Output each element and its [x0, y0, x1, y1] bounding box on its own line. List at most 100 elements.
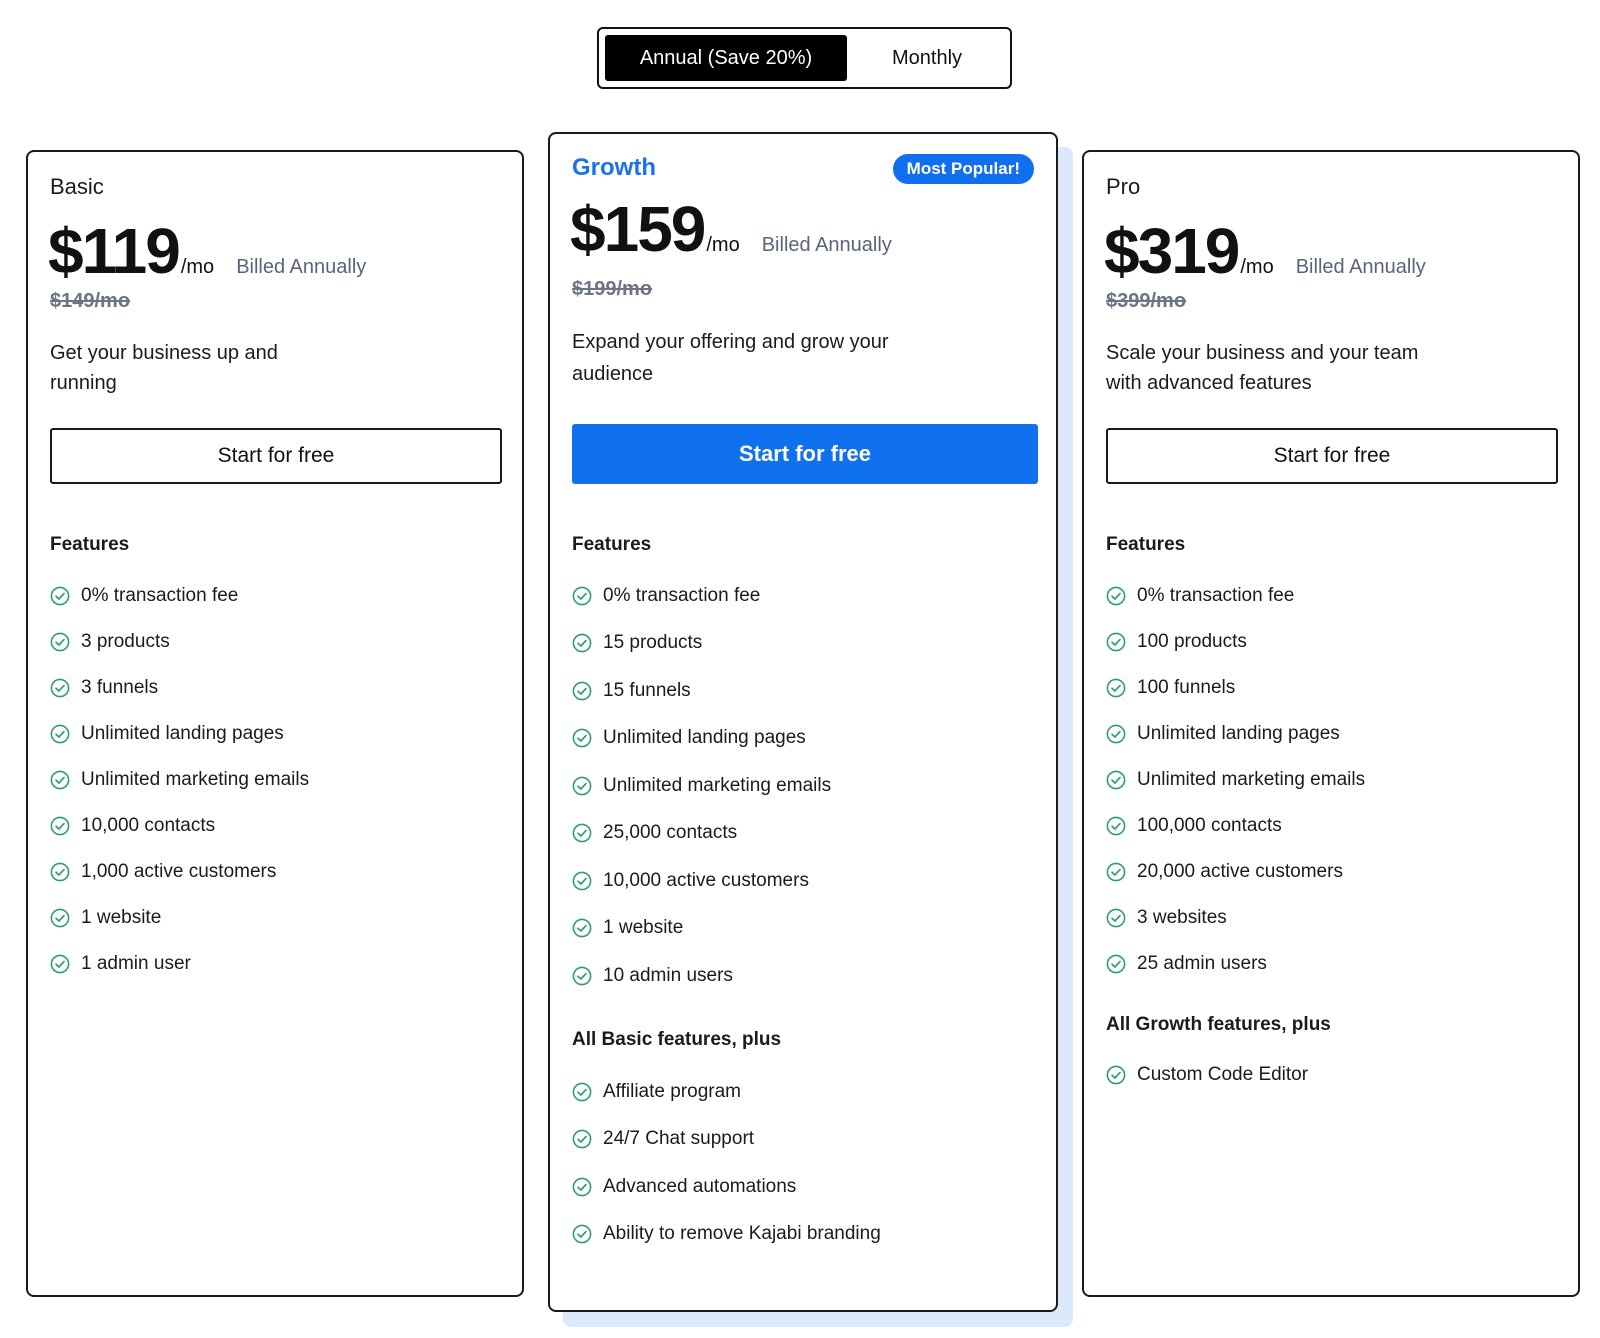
feature-label: 100 products — [1137, 631, 1247, 652]
check-circle-icon — [50, 724, 70, 744]
feature-item: 10,000 active customers — [572, 857, 831, 905]
feature-label: 24/7 Chat support — [603, 1128, 755, 1150]
price-period: /mo — [1240, 256, 1274, 278]
feature-label: Unlimited marketing emails — [1137, 769, 1366, 790]
feature-item: Advanced automations — [572, 1163, 881, 1211]
feature-item: 100 products — [1106, 619, 1365, 665]
feature-item: 3 funnels — [50, 665, 309, 711]
feature-item: 10,000 contacts — [50, 803, 309, 849]
original-price: $199/mo — [572, 278, 653, 300]
check-circle-icon — [1106, 678, 1126, 698]
price-row: $159 /mo Billed Annually — [570, 192, 892, 266]
check-circle-icon — [50, 954, 70, 974]
feature-item: Ability to remove Kajabi branding — [572, 1211, 881, 1259]
feature-item: 20,000 active customers — [1106, 849, 1365, 895]
plan-price: $119 — [48, 215, 181, 287]
feature-item: 25 admin users — [1106, 941, 1365, 987]
feature-item: Unlimited marketing emails — [1106, 757, 1365, 803]
annual-option[interactable]: Annual (Save 20%) — [605, 35, 847, 81]
check-circle-icon — [572, 823, 592, 843]
feature-label: Unlimited marketing emails — [603, 774, 832, 796]
feature-item: 1 admin user — [50, 941, 309, 987]
feature-label: 25 admin users — [1137, 953, 1267, 974]
price-period: /mo — [706, 234, 740, 256]
billing-toggle: Annual (Save 20%) Monthly — [597, 27, 1012, 89]
check-circle-icon — [572, 1224, 592, 1244]
check-circle-icon — [50, 816, 70, 836]
feature-label: 3 funnels — [81, 677, 159, 698]
check-circle-icon — [1106, 770, 1126, 790]
most-popular-badge: Most Popular! — [892, 154, 1034, 184]
check-circle-icon — [572, 1129, 592, 1149]
check-circle-icon — [572, 1082, 592, 1102]
features-title: Features — [50, 534, 130, 555]
feature-item: Unlimited landing pages — [572, 715, 831, 763]
check-circle-icon — [572, 966, 592, 986]
feature-item: 1,000 active customers — [50, 849, 309, 895]
check-circle-icon — [50, 770, 70, 790]
feature-item: Unlimited marketing emails — [50, 757, 309, 803]
billing-note: Billed Annually — [1295, 256, 1426, 278]
check-circle-icon — [50, 862, 70, 882]
start-for-free-button[interactable]: Start for free — [572, 424, 1038, 484]
check-circle-icon — [1106, 954, 1126, 974]
feature-label: Advanced automations — [603, 1175, 797, 1197]
check-circle-icon — [572, 728, 592, 748]
feature-item: 15 products — [572, 620, 831, 668]
feature-item: Unlimited landing pages — [1106, 711, 1365, 757]
feature-item: 0% transaction fee — [1106, 573, 1365, 619]
feature-item: Custom Code Editor — [1106, 1052, 1308, 1098]
feature-item: 15 funnels — [572, 667, 831, 715]
feature-item: Unlimited marketing emails — [572, 762, 831, 810]
feature-label: 15 products — [603, 632, 703, 654]
feature-label: 100 funnels — [1137, 677, 1236, 698]
monthly-option[interactable]: Monthly — [851, 35, 1003, 81]
extra-feature-list: Affiliate program 24/7 Chat support Advanc… — [572, 1068, 881, 1258]
plan-description: Scale your business and your team with a… — [1106, 342, 1419, 394]
extra-features-title: All Basic features, plus — [572, 1029, 782, 1050]
check-circle-icon — [1106, 632, 1126, 652]
feature-label: 1 website — [603, 917, 684, 939]
start-for-free-button[interactable]: Start for free — [50, 428, 502, 484]
feature-label: 10,000 active customers — [603, 869, 809, 891]
feature-item: 1 website — [50, 895, 309, 941]
feature-item: 24/7 Chat support — [572, 1116, 881, 1164]
feature-label: Unlimited marketing emails — [81, 769, 310, 790]
feature-label: 0% transaction fee — [81, 585, 239, 606]
features-title: Features — [572, 534, 652, 555]
feature-list: 0% transaction fee 3 products 3 funnels Unl… — [50, 573, 309, 987]
plan-name: Basic — [50, 174, 104, 199]
original-price: $399/mo — [1106, 290, 1187, 312]
plan-card-pro: Pro $319 /mo Billed Annually $399/mo Sca… — [1082, 150, 1580, 1297]
feature-label: Custom Code Editor — [1137, 1064, 1309, 1085]
feature-label: 0% transaction fee — [603, 584, 761, 606]
check-circle-icon — [1106, 908, 1126, 928]
price-row: $119 /mo Billed Annually — [48, 214, 366, 288]
plan-name: Pro — [1106, 174, 1141, 199]
start-for-free-button[interactable]: Start for free — [1106, 428, 1558, 484]
feature-item: 1 website — [572, 905, 831, 953]
plan-description: Get your business up and running — [50, 342, 278, 394]
check-circle-icon — [572, 633, 592, 653]
check-circle-icon — [572, 1177, 592, 1197]
feature-label: 100,000 contacts — [1137, 815, 1282, 836]
price-period: /mo — [180, 256, 215, 278]
plan-name: Growth — [572, 154, 656, 181]
plan-price: $159 — [570, 193, 706, 265]
price-row: $319 /mo Billed Annually — [1104, 214, 1426, 288]
check-circle-icon — [572, 681, 592, 701]
check-circle-icon — [50, 678, 70, 698]
feature-list: 0% transaction fee 15 products 15 funnels U… — [572, 572, 831, 1000]
feature-label: 3 websites — [1137, 907, 1227, 928]
check-circle-icon — [50, 632, 70, 652]
plan-price: $319 — [1104, 215, 1240, 287]
feature-item: 0% transaction fee — [572, 572, 831, 620]
feature-label: Ability to remove Kajabi branding — [603, 1223, 881, 1245]
plan-card-growth: Growth Most Popular! $159 /mo Billed Ann… — [548, 132, 1058, 1312]
feature-label: Unlimited landing pages — [81, 723, 284, 744]
feature-label: 1 admin user — [81, 953, 191, 974]
feature-label: 10,000 contacts — [81, 815, 216, 836]
check-circle-icon — [1106, 862, 1126, 882]
check-circle-icon — [572, 586, 592, 606]
feature-label: Affiliate program — [603, 1080, 741, 1102]
